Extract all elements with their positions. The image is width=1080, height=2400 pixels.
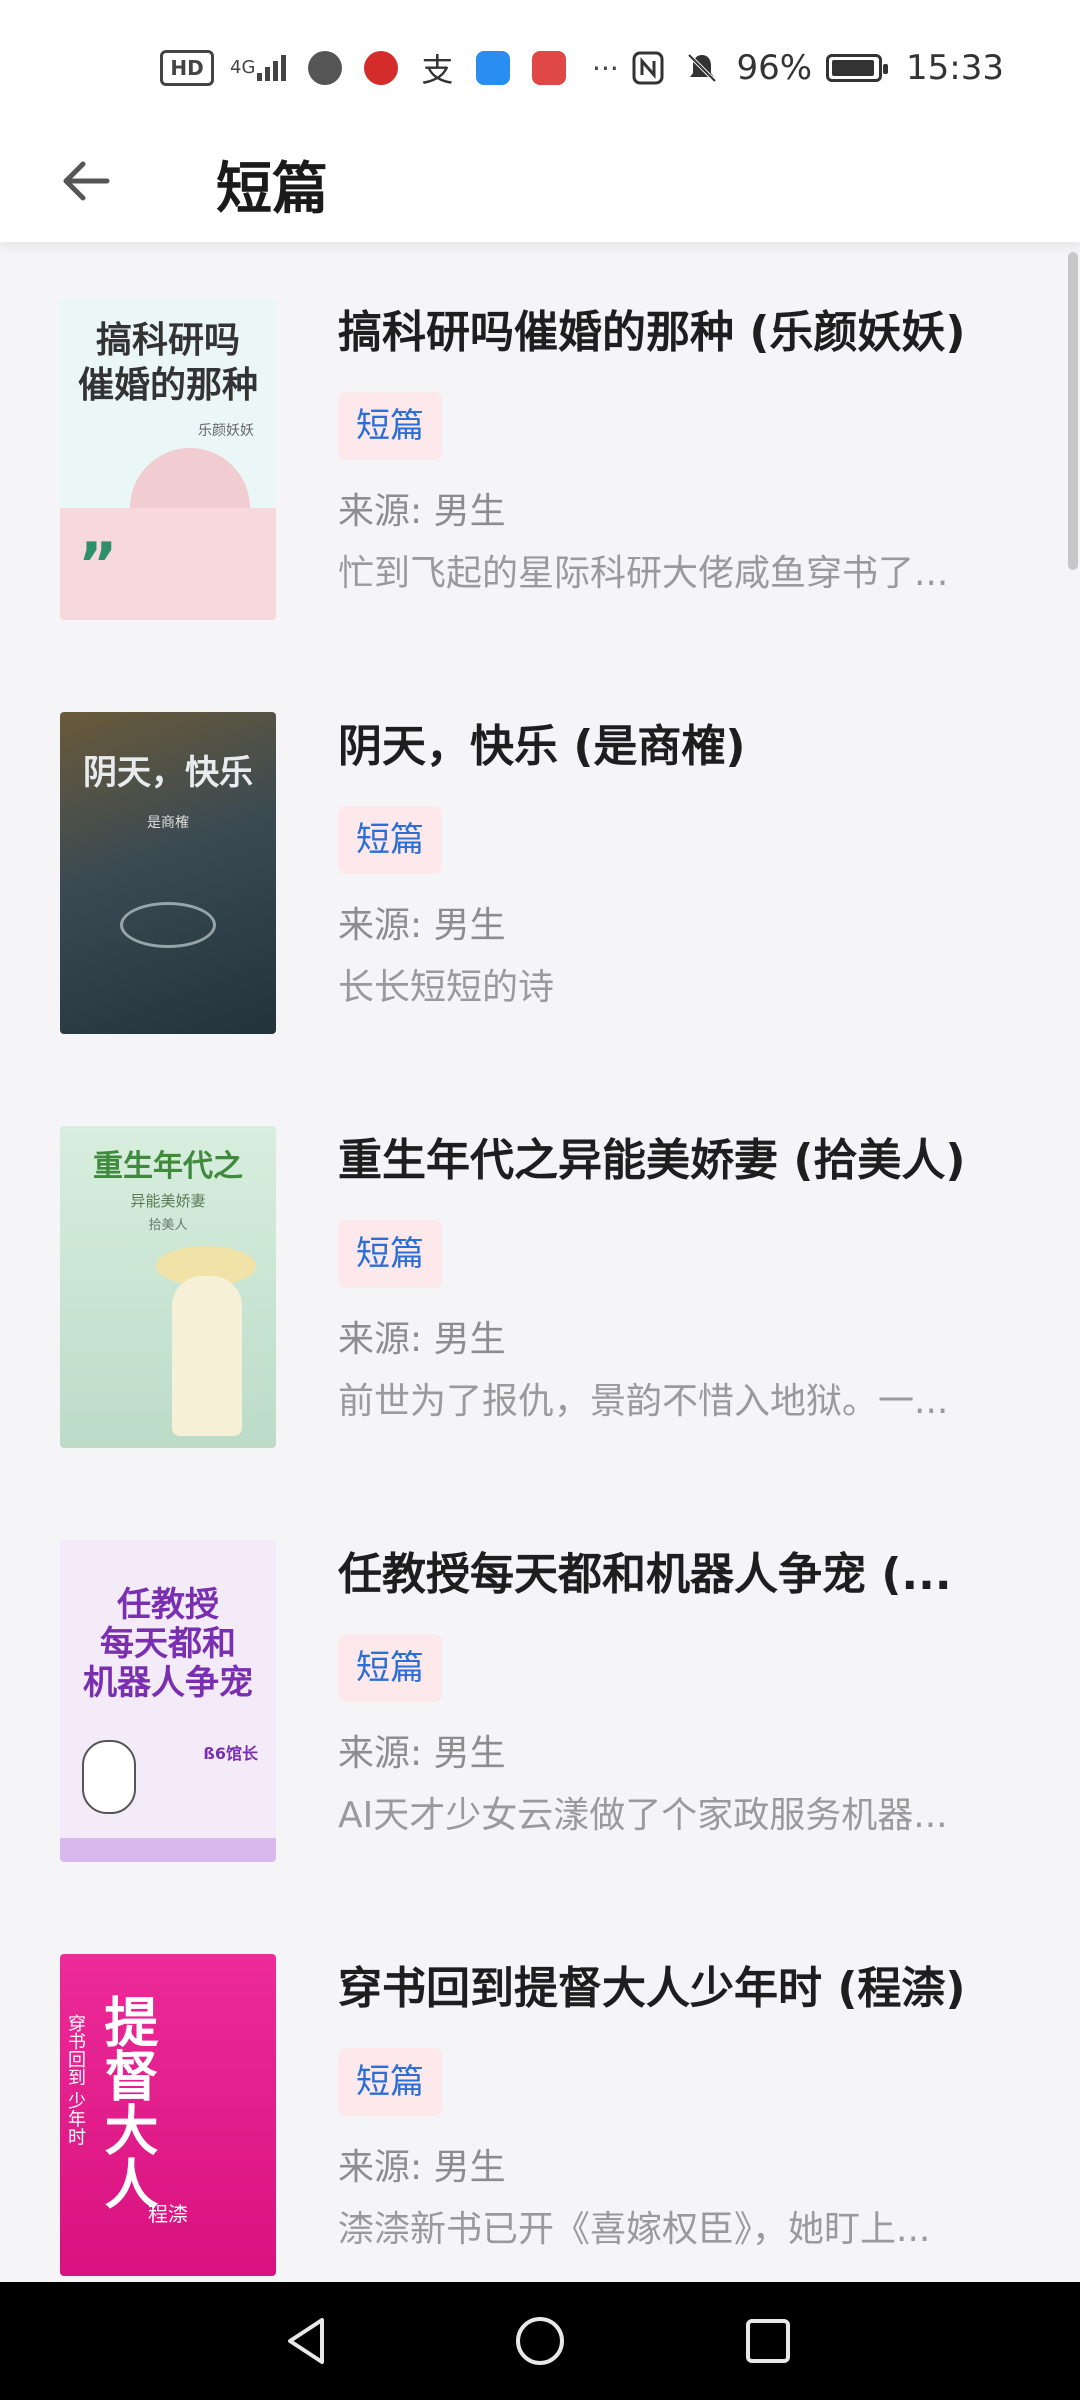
alipay-icon: 支 <box>421 51 454 89</box>
network-type-label: 4G <box>230 57 256 78</box>
battery-icon <box>826 54 889 82</box>
book-cover: 提督大人 穿书回到 少年时 程渿 <box>60 1954 276 2276</box>
book-title: 任教授每天都和机器人争宠 (... <box>338 1549 952 1600</box>
book-source: 来源: 男生 <box>338 1733 506 1774</box>
quote-mark-icon: ” <box>78 530 118 600</box>
book-item[interactable]: 重生年代之 异能美娇妻 拾美人 重生年代之异能美娇妻 (拾美人) 短篇 来源: … <box>0 1070 1080 1470</box>
book-item[interactable]: 提督大人 穿书回到 少年时 程渿 穿书回到提督大人少年时 (程渿) 短篇 来源:… <box>0 1898 1080 2282</box>
book-source: 来源: 男生 <box>338 491 506 532</box>
status-bar-left: HD 4G 支 ··· <box>160 40 625 96</box>
cover-author-text: ß6馆长 <box>203 1744 258 1763</box>
feishu-icon <box>473 48 513 88</box>
book-description: 长长短短的诗 <box>338 967 555 1008</box>
cover-band <box>60 1838 276 1862</box>
book-item[interactable]: 阴天，快乐 是商榷 阴天，快乐 (是商榷) 短篇 来源: 男生 长长短短的诗 <box>0 656 1080 1056</box>
signal-icon: 4G <box>230 48 289 88</box>
battery-percent: 96% <box>736 48 813 88</box>
nav-recents-button[interactable] <box>733 2306 803 2376</box>
recents-square-icon <box>746 2319 790 2363</box>
book-item[interactable]: 搞科研吗 催婚的那种 乐颜妖妖 ” 搞科研吗催婚的那种 (乐颜妖妖) 短篇 来源… <box>0 242 1080 642</box>
book-cover: 任教授 每天都和 机器人争宠 ß6馆长 <box>60 1540 276 1862</box>
cover-ripple-art <box>120 902 216 948</box>
book-description: 前世为了报仇，景韵不惜入地狱。一... <box>338 1381 949 1422</box>
book-source: 来源: 男生 <box>338 905 506 946</box>
nav-back-button[interactable] <box>272 2306 342 2376</box>
book-cover: 阴天，快乐 是商榷 <box>60 712 276 1034</box>
mute-icon <box>682 48 722 88</box>
book-title: 重生年代之异能美娇妻 (拾美人) <box>338 1135 966 1186</box>
book-title: 阴天，快乐 (是商榷) <box>338 721 746 772</box>
category-tag[interactable]: 短篇 <box>338 2048 442 2116</box>
top-app-bar: 短篇 <box>0 120 1080 242</box>
cover-title-text: 任教授 每天都和 机器人争宠 <box>83 1585 253 1704</box>
cover-title-text: 阴天，快乐 <box>83 753 253 793</box>
back-triangle-icon <box>288 2318 324 2364</box>
reader-app-icon <box>529 48 569 88</box>
book-description: 忙到飞起的星际科研大佬咸鱼穿书了... <box>338 553 949 594</box>
back-button[interactable] <box>50 148 120 214</box>
home-circle-icon <box>516 2317 564 2365</box>
category-tag[interactable]: 短篇 <box>338 392 442 460</box>
book-meta: 穿书回到提督大人少年时 (程渿) 短篇 来源: 男生 渿渿新书已开《喜嫁权臣》，… <box>338 1958 1018 2256</box>
book-cover: 重生年代之 异能美娇妻 拾美人 <box>60 1126 276 1448</box>
cover-author-text: 乐颜妖妖 <box>198 423 254 439</box>
book-description: AI天才少女云漾做了个家政服务机器... <box>338 1795 948 1836</box>
scrollbar[interactable] <box>1068 252 1078 570</box>
cover-author-text: 程渿 <box>148 2202 188 2226</box>
book-meta: 搞科研吗催婚的那种 (乐颜妖妖) 短篇 来源: 男生 忙到飞起的星际科研大佬咸鱼… <box>338 302 1018 600</box>
cover-figure-art <box>172 1276 242 1436</box>
cover-author-text: 是商榷 <box>147 815 189 831</box>
nav-home-button[interactable] <box>505 2306 575 2376</box>
page-title: 短篇 <box>216 157 328 222</box>
book-title: 穿书回到提督大人少年时 (程渿) <box>338 1963 966 2014</box>
book-source: 来源: 男生 <box>338 1319 506 1360</box>
book-description: 渿渿新书已开《喜嫁权臣》，她盯上... <box>338 2209 931 2250</box>
book-source: 来源: 男生 <box>338 2147 506 2188</box>
clock: 15:33 <box>906 48 1004 88</box>
status-bar-right: 96% 15:33 <box>628 40 1004 96</box>
system-nav-bar <box>0 2282 1080 2400</box>
cover-title-text: 提督大人 <box>95 1994 159 2210</box>
cover-subtitle-text: 穿书回到 少年时 <box>65 2014 86 2146</box>
category-tag[interactable]: 短篇 <box>338 806 442 874</box>
nfc-icon <box>628 48 668 88</box>
category-tag[interactable]: 短篇 <box>338 1220 442 1288</box>
book-list[interactable]: 搞科研吗 催婚的那种 乐颜妖妖 ” 搞科研吗催婚的那种 (乐颜妖妖) 短篇 来源… <box>0 242 1080 2282</box>
category-tag[interactable]: 短篇 <box>338 1634 442 1702</box>
cover-title-text: 搞科研吗 催婚的那种 <box>77 319 258 406</box>
status-bar: HD 4G 支 ··· 96% 15:33 <box>0 0 1080 120</box>
book-item[interactable]: 任教授 每天都和 机器人争宠 ß6馆长 任教授每天都和机器人争宠 (... 短篇… <box>0 1484 1080 1884</box>
cover-author-text: 拾美人 <box>148 1218 188 1233</box>
browser-icon <box>305 48 345 88</box>
book-meta: 重生年代之异能美娇妻 (拾美人) 短篇 来源: 男生 前世为了报仇，景韵不惜入地… <box>338 1130 1018 1428</box>
arrow-left-icon <box>63 161 110 201</box>
more-notifications-icon: ··· <box>592 51 619 85</box>
hd-icon: HD <box>160 50 214 86</box>
cover-doodle-art <box>82 1740 136 1814</box>
cover-title-text: 重生年代之 <box>93 1149 243 1184</box>
book-title: 搞科研吗催婚的那种 (乐颜妖妖) <box>338 307 966 358</box>
book-cover: 搞科研吗 催婚的那种 乐颜妖妖 ” <box>60 298 276 620</box>
book-meta: 任教授每天都和机器人争宠 (... 短篇 来源: 男生 AI天才少女云漾做了个家… <box>338 1544 1018 1842</box>
book-meta: 阴天，快乐 (是商榷) 短篇 来源: 男生 长长短短的诗 <box>338 716 1018 1014</box>
cover-subtitle-text: 异能美娇妻 <box>130 1192 206 1210</box>
metro-icon <box>361 48 401 88</box>
